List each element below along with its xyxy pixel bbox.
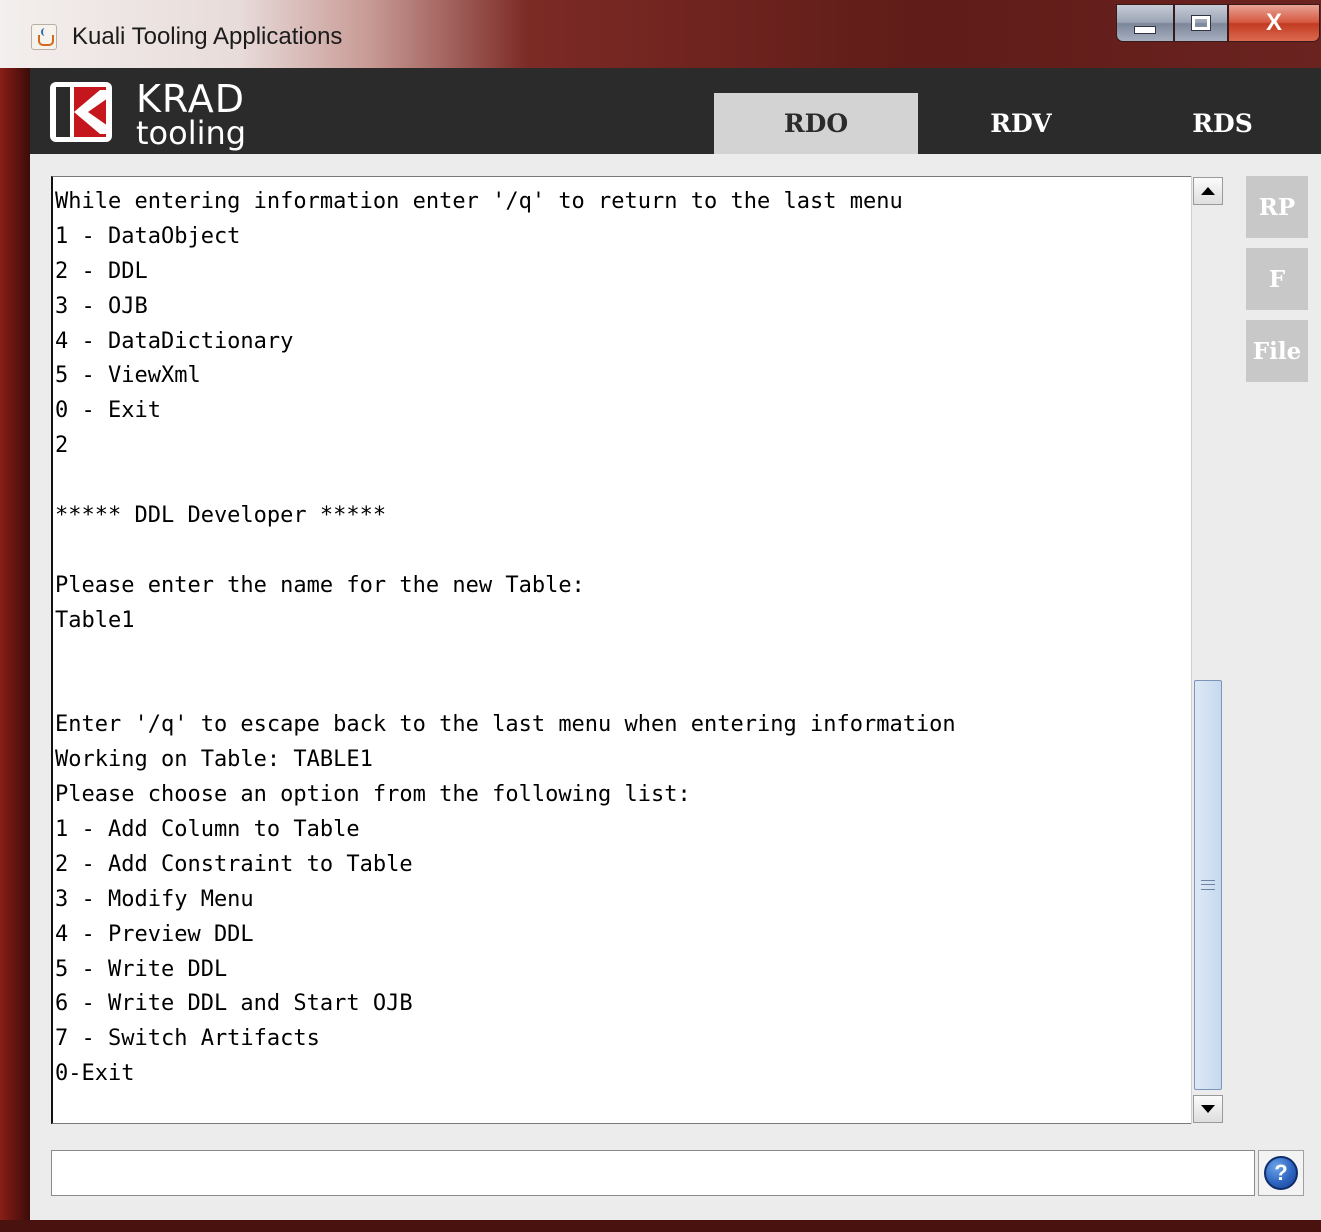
arrow-down-icon [1201, 1105, 1215, 1113]
scroll-up-button[interactable] [1193, 177, 1223, 205]
command-input[interactable] [51, 1150, 1255, 1196]
scroll-down-button[interactable] [1193, 1095, 1223, 1123]
console-line: Working on Table: TABLE1 [55, 747, 373, 773]
console-text: While entering information enter '/q' to… [55, 185, 1191, 1092]
console-line: While entering information enter '/q' to… [55, 189, 903, 214]
krad-logo-icon [50, 82, 112, 142]
console-output[interactable]: While entering information enter '/q' to… [51, 176, 1225, 1124]
console-line: 4 - Preview DDL [55, 921, 254, 947]
logo-subtitle: tooling [136, 114, 247, 152]
tab-rdv[interactable]: RDV [919, 93, 1123, 154]
console-line: 1 - DataObject [55, 223, 241, 249]
rp-button[interactable]: RP [1246, 176, 1308, 238]
window-bottom-border [0, 1220, 1321, 1232]
console-line: 2 - DDL [55, 258, 148, 284]
console-line: 4 - DataDictionary [55, 328, 294, 354]
console-line: 1 - Add Column to Table [55, 817, 360, 843]
console-scrollbar[interactable] [1191, 176, 1225, 1124]
console-line: ***** DDL Developer ***** [55, 503, 387, 529]
scrollbar-thumb[interactable] [1194, 680, 1222, 1090]
console-line: Please choose an option from the followi… [55, 782, 691, 808]
minimize-button[interactable] [1116, 4, 1174, 42]
console-line: 5 - ViewXml [55, 363, 201, 389]
console-line: Enter '/q' to escape back to the last me… [55, 712, 956, 738]
main-content: While entering information enter '/q' to… [30, 154, 1321, 1220]
console-line: 7 - Switch Artifacts [55, 1026, 320, 1052]
title-bar[interactable]: Kuali Tooling Applications X [0, 0, 1321, 68]
help-icon: ? [1264, 1156, 1298, 1190]
f-button[interactable]: F [1246, 248, 1308, 310]
console-line: 2 - Add Constraint to Table [55, 851, 413, 877]
logo-title: KRAD [136, 77, 246, 121]
file-button[interactable]: File [1246, 320, 1308, 382]
close-button[interactable]: X [1228, 4, 1320, 42]
console-line: Please enter the name for the new Table: [55, 572, 585, 598]
console-line: 3 - Modify Menu [55, 886, 254, 912]
console-line: 2 [55, 433, 69, 459]
console-line: 0 - Exit [55, 398, 161, 424]
tab-rdo[interactable]: RDO [714, 93, 918, 154]
arrow-up-icon [1201, 187, 1215, 195]
java-app-icon [31, 24, 57, 50]
app-header: KRAD tooling RDO RDV RDS [30, 68, 1321, 154]
help-button[interactable]: ? [1258, 1150, 1304, 1196]
maximize-button[interactable] [1174, 4, 1228, 42]
tab-rds[interactable]: RDS [1124, 93, 1321, 154]
console-line: 0-Exit [55, 1061, 135, 1087]
window-title: Kuali Tooling Applications [72, 23, 343, 50]
grip-icon [1201, 880, 1215, 890]
minimize-icon [1134, 26, 1156, 34]
console-line: Table1 [55, 607, 135, 633]
console-line: 6 - Write DDL and Start OJB [55, 991, 413, 1017]
window-left-border [0, 60, 30, 1232]
console-line: 5 - Write DDL [55, 956, 228, 982]
console-line: 3 - OJB [55, 293, 148, 319]
maximize-icon [1191, 15, 1211, 31]
